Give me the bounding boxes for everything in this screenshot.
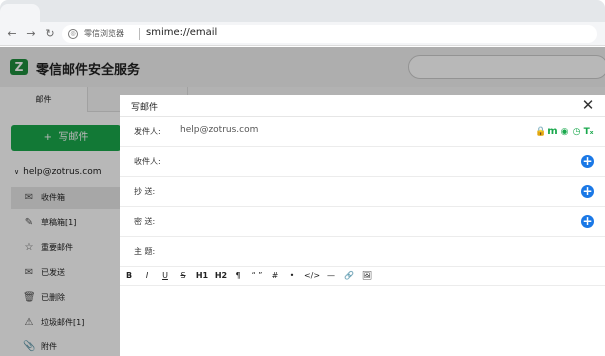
heading1-button[interactable]: H1 [195, 270, 209, 282]
subject-label: 主 题: [134, 247, 156, 256]
dialog-title: 写邮件 [131, 103, 159, 113]
cc-label: 抄 送: [134, 187, 156, 196]
add-cc-icon[interactable]: + [581, 185, 594, 198]
site-icon: ◎ [68, 29, 78, 39]
to-row[interactable]: 收件人: + [120, 147, 605, 177]
subject-row[interactable]: 主 题: [120, 237, 605, 267]
reload-icon[interactable]: ↻ [43, 27, 57, 41]
clock-icon[interactable]: ◷ [571, 126, 582, 138]
add-bcc-icon[interactable]: + [581, 215, 594, 228]
browser-tab-strip [0, 0, 605, 22]
link-icon[interactable]: 🔗 [343, 270, 355, 282]
editor-toolbar: B I U S H1 H2 ¶ “ ” # • </> — 🔗 🖼 [120, 266, 605, 286]
to-label: 收件人: [134, 157, 161, 166]
lock-icon[interactable]: 🔒 [535, 126, 546, 138]
site-name: 零信浏览器 [84, 29, 124, 38]
bcc-label: 密 送: [134, 217, 156, 226]
mime-icon[interactable]: m [547, 126, 558, 138]
underline-button[interactable]: U [160, 270, 170, 282]
heading2-button[interactable]: H2 [214, 270, 228, 282]
code-button[interactable]: </> [303, 270, 321, 282]
address-bar[interactable]: ◎ 零信浏览器 smime://email [62, 25, 597, 43]
close-icon[interactable]: ✕ [580, 97, 596, 113]
cc-row[interactable]: 抄 送: + [120, 177, 605, 207]
image-icon[interactable]: 🖼 [361, 270, 373, 282]
bullet-list-button[interactable]: • [287, 270, 297, 282]
certificate-icon[interactable]: ◉ [559, 126, 570, 138]
timestamp-icon[interactable]: Tₓ [583, 126, 594, 138]
arrow-left-icon[interactable]: ← [5, 27, 19, 41]
sender-value[interactable]: help@zotrus.com [180, 125, 258, 135]
address-separator [139, 28, 140, 40]
browser-toolbar: ← → ↻ ◎ 零信浏览器 smime://email [0, 22, 605, 46]
add-recipient-icon[interactable]: + [581, 155, 594, 168]
quote-button[interactable]: “ ” [249, 270, 265, 282]
arrow-right-icon[interactable]: → [24, 27, 38, 41]
horizontal-rule-button[interactable]: — [325, 270, 337, 282]
bold-button[interactable]: B [124, 270, 134, 282]
dialog-header: 写邮件 ✕ [120, 95, 605, 117]
sender-row: 发件人: help@zotrus.com 🔒 m ◉ ◷ Tₓ [120, 117, 605, 147]
hash-button[interactable]: # [270, 270, 280, 282]
italic-button[interactable]: I [142, 270, 152, 282]
sender-label: 发件人: [134, 127, 161, 136]
bcc-row[interactable]: 密 送: + [120, 207, 605, 237]
message-body-editor[interactable] [120, 286, 605, 356]
compose-dialog: 写邮件 ✕ 发件人: help@zotrus.com 🔒 m ◉ ◷ Tₓ 收件… [120, 95, 605, 356]
browser-tab[interactable] [0, 4, 40, 22]
strikethrough-button[interactable]: S [178, 270, 188, 282]
url-text[interactable]: smime://email [146, 27, 217, 38]
paragraph-button[interactable]: ¶ [233, 270, 243, 282]
